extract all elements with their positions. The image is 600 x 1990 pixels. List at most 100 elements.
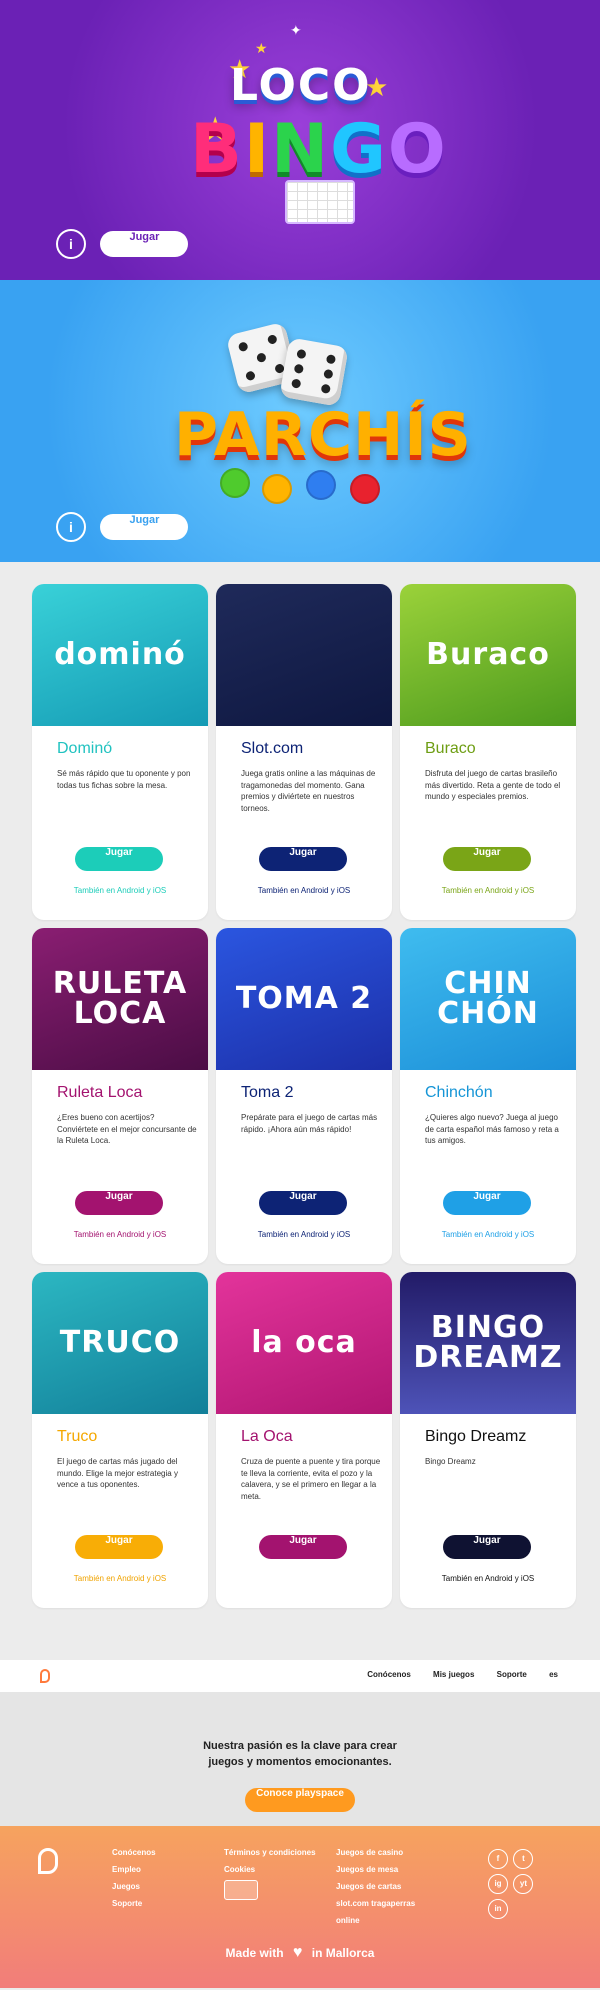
info-button[interactable]: i [56,229,86,259]
available-on-mobile-link[interactable]: También en Android y iOS [216,1230,392,1239]
play-button[interactable]: Jugar [443,847,531,871]
footer-link-about[interactable]: Conócenos [112,1844,156,1861]
available-on-mobile-link[interactable]: También en Android y iOS [400,1574,576,1583]
available-on-mobile-link[interactable]: También en Android y iOS [32,1230,208,1239]
passion-text-line-1: Nuestra pasión es la clave para crear [203,1740,397,1752]
game-card-truco[interactable]: TRUCO Truco El juego de cartas más jugado … [32,1272,208,1608]
nav-link-my-games[interactable]: Mis juegos [433,1670,474,1679]
play-parchis-button[interactable]: Jugar [100,514,189,540]
game-artwork[interactable]: CHIN CHÓN [400,928,576,1070]
game-title[interactable]: Slot.com [241,740,303,758]
game-description: Disfruta del juego de cartas brasileño m… [425,769,561,801]
bingo-card-illustration [285,180,355,224]
game-card-buraco[interactable]: Buraco Buraco Disfruta del juego de cartas… [400,584,576,920]
nav-link-support[interactable]: Soporte [497,1670,527,1679]
game-description: Prepárate para el juego de cartas más rá… [241,1113,378,1134]
footer-link-games[interactable]: Juegos [112,1878,156,1895]
game-card-ruleta-loca[interactable]: RULETA LOCA Ruleta Loca ¿Eres bueno con ac… [32,928,208,1264]
game-card-toma-2[interactable]: TOMA 2 Toma 2 Prepárate para el juego de c… [216,928,392,1264]
game-artwork-logo: BINGO DREAMZ [413,1310,563,1375]
facebook-icon[interactable]: f [488,1849,508,1869]
play-button[interactable]: Jugar [443,1191,531,1215]
game-title[interactable]: Truco [57,1428,97,1446]
play-button[interactable]: Jugar [259,1535,347,1559]
game-title[interactable]: Ruleta Loca [57,1084,142,1102]
available-on-mobile-link[interactable]: También en Android y iOS [216,886,392,895]
available-on-mobile-link[interactable]: También en Android y iOS [400,886,576,895]
game-description: Sé más rápido que tu oponente y pon toda… [57,769,191,790]
language-selector[interactable]: es [549,1670,558,1679]
made-with-text: Made with [225,1946,284,1960]
footer-link-slot-online: online [336,1916,360,1925]
game-artwork-logo: CHIN CHÓN [437,966,539,1031]
hero-parchis: PARCHÍS i Jugar [0,280,600,562]
game-card-domino[interactable]: dominó Dominó Sé más rápido que tu oponent… [32,584,208,920]
instagram-icon[interactable]: ig [488,1874,508,1894]
available-on-mobile-link[interactable]: También en Android y iOS [400,1230,576,1239]
game-title[interactable]: Dominó [57,740,112,758]
footer-link-cookies[interactable]: Cookies [224,1861,316,1878]
game-artwork[interactable] [216,584,392,726]
game-title[interactable]: Toma 2 [241,1084,293,1102]
footer-link-support[interactable]: Soporte [112,1895,156,1912]
game-description: ¿Quieres algo nuevo? Juega al juego de c… [425,1113,559,1145]
conoce-playspace-button[interactable]: Conoce playspace [245,1788,355,1812]
available-on-mobile-link[interactable]: También en Android y iOS [32,886,208,895]
game-card-slotcom[interactable]: Slot.com Juega gratis online a las máquin… [216,584,392,920]
footer-link-casino[interactable]: Juegos de casino [336,1844,415,1861]
footer-link-slot[interactable]: slot.com tragaperras [336,1895,415,1912]
footer-link-board[interactable]: Juegos de mesa [336,1861,415,1878]
play-button[interactable]: Jugar [259,847,347,871]
linkedin-icon[interactable]: in [488,1899,508,1919]
available-on-mobile-link[interactable]: También en Android y iOS [32,1574,208,1583]
game-artwork[interactable]: RULETA LOCA [32,928,208,1070]
play-button[interactable]: Jugar [259,1191,347,1215]
nav-links: Conócenos Mis juegos Soporte es [347,1670,558,1679]
passion-text-line-2: juegos y momentos emocionantes. [208,1756,392,1768]
game-artwork[interactable]: Buraco [400,584,576,726]
certification-badge-icon [224,1880,258,1900]
footer-link-cards[interactable]: Juegos de cartas [336,1878,415,1895]
loco-bingo-logo: LOCO BINGO [190,40,446,230]
game-artwork-logo: RULETA LOCA [52,966,188,1031]
playspace-logo-icon[interactable] [38,1848,58,1874]
footer-link-jobs[interactable]: Empleo [112,1861,156,1878]
play-button[interactable]: Jugar [443,1535,531,1559]
game-artwork[interactable]: BINGO DREAMZ [400,1272,576,1414]
game-title[interactable]: La Oca [241,1428,293,1446]
game-artwork[interactable]: la oca [216,1272,392,1414]
game-card-chinchon[interactable]: CHIN CHÓN Chinchón ¿Quieres algo nuevo? Ju… [400,928,576,1264]
game-artwork[interactable]: TRUCO [32,1272,208,1414]
site-navbar: Conócenos Mis juegos Soporte es [0,1660,600,1692]
nav-link-about[interactable]: Conócenos [367,1670,411,1679]
game-card-la-oca[interactable]: la oca La Oca Cruza de puente a puente y t… [216,1272,392,1608]
social-links: f t ig yt in [488,1848,558,1923]
logo-bingo-text: BINGO [190,110,448,189]
game-title[interactable]: Buraco [425,740,476,758]
game-artwork[interactable]: dominó [32,584,208,726]
hero-parchis-controls: i Jugar [56,512,189,542]
youtube-icon[interactable]: yt [513,1874,534,1894]
game-title[interactable]: Bingo Dreamz [425,1428,526,1446]
in-mallorca-text: in Mallorca [311,1946,375,1960]
footer-col-company: Conócenos Empleo Juegos Soporte [112,1844,156,1912]
game-description: Cruza de puente a puente y tira porque t… [241,1457,381,1501]
game-artwork-logo: Buraco [426,637,550,672]
game-artwork[interactable]: TOMA 2 [216,928,392,1070]
play-button[interactable]: Jugar [75,1191,163,1215]
game-description: El juego de cartas más jugado del mundo.… [57,1457,178,1489]
games-grid: dominó Dominó Sé más rápido que tu oponent… [0,562,600,1608]
footer-link-terms[interactable]: Términos y condiciones [224,1844,316,1861]
play-button[interactable]: Jugar [75,1535,163,1559]
footer-col-games: Juegos de casino Juegos de mesa Juegos d… [336,1844,415,1929]
play-button[interactable]: Jugar [75,847,163,871]
game-card-bingo-dreamz[interactable]: BINGO DREAMZ Bingo Dreamz Bingo Dreamz Juga… [400,1272,576,1608]
game-description: Juega gratis online a las máquinas de tr… [241,769,376,813]
game-title[interactable]: Chinchón [425,1084,493,1102]
twitter-icon[interactable]: t [513,1849,534,1869]
play-loco-bingo-button[interactable]: Jugar [100,231,189,257]
footer: Conócenos Empleo Juegos Soporte Términos… [0,1826,600,1988]
playspace-logo-icon[interactable] [40,1669,50,1683]
info-button[interactable]: i [56,512,86,542]
parchis-logo: PARCHÍS [174,400,472,470]
